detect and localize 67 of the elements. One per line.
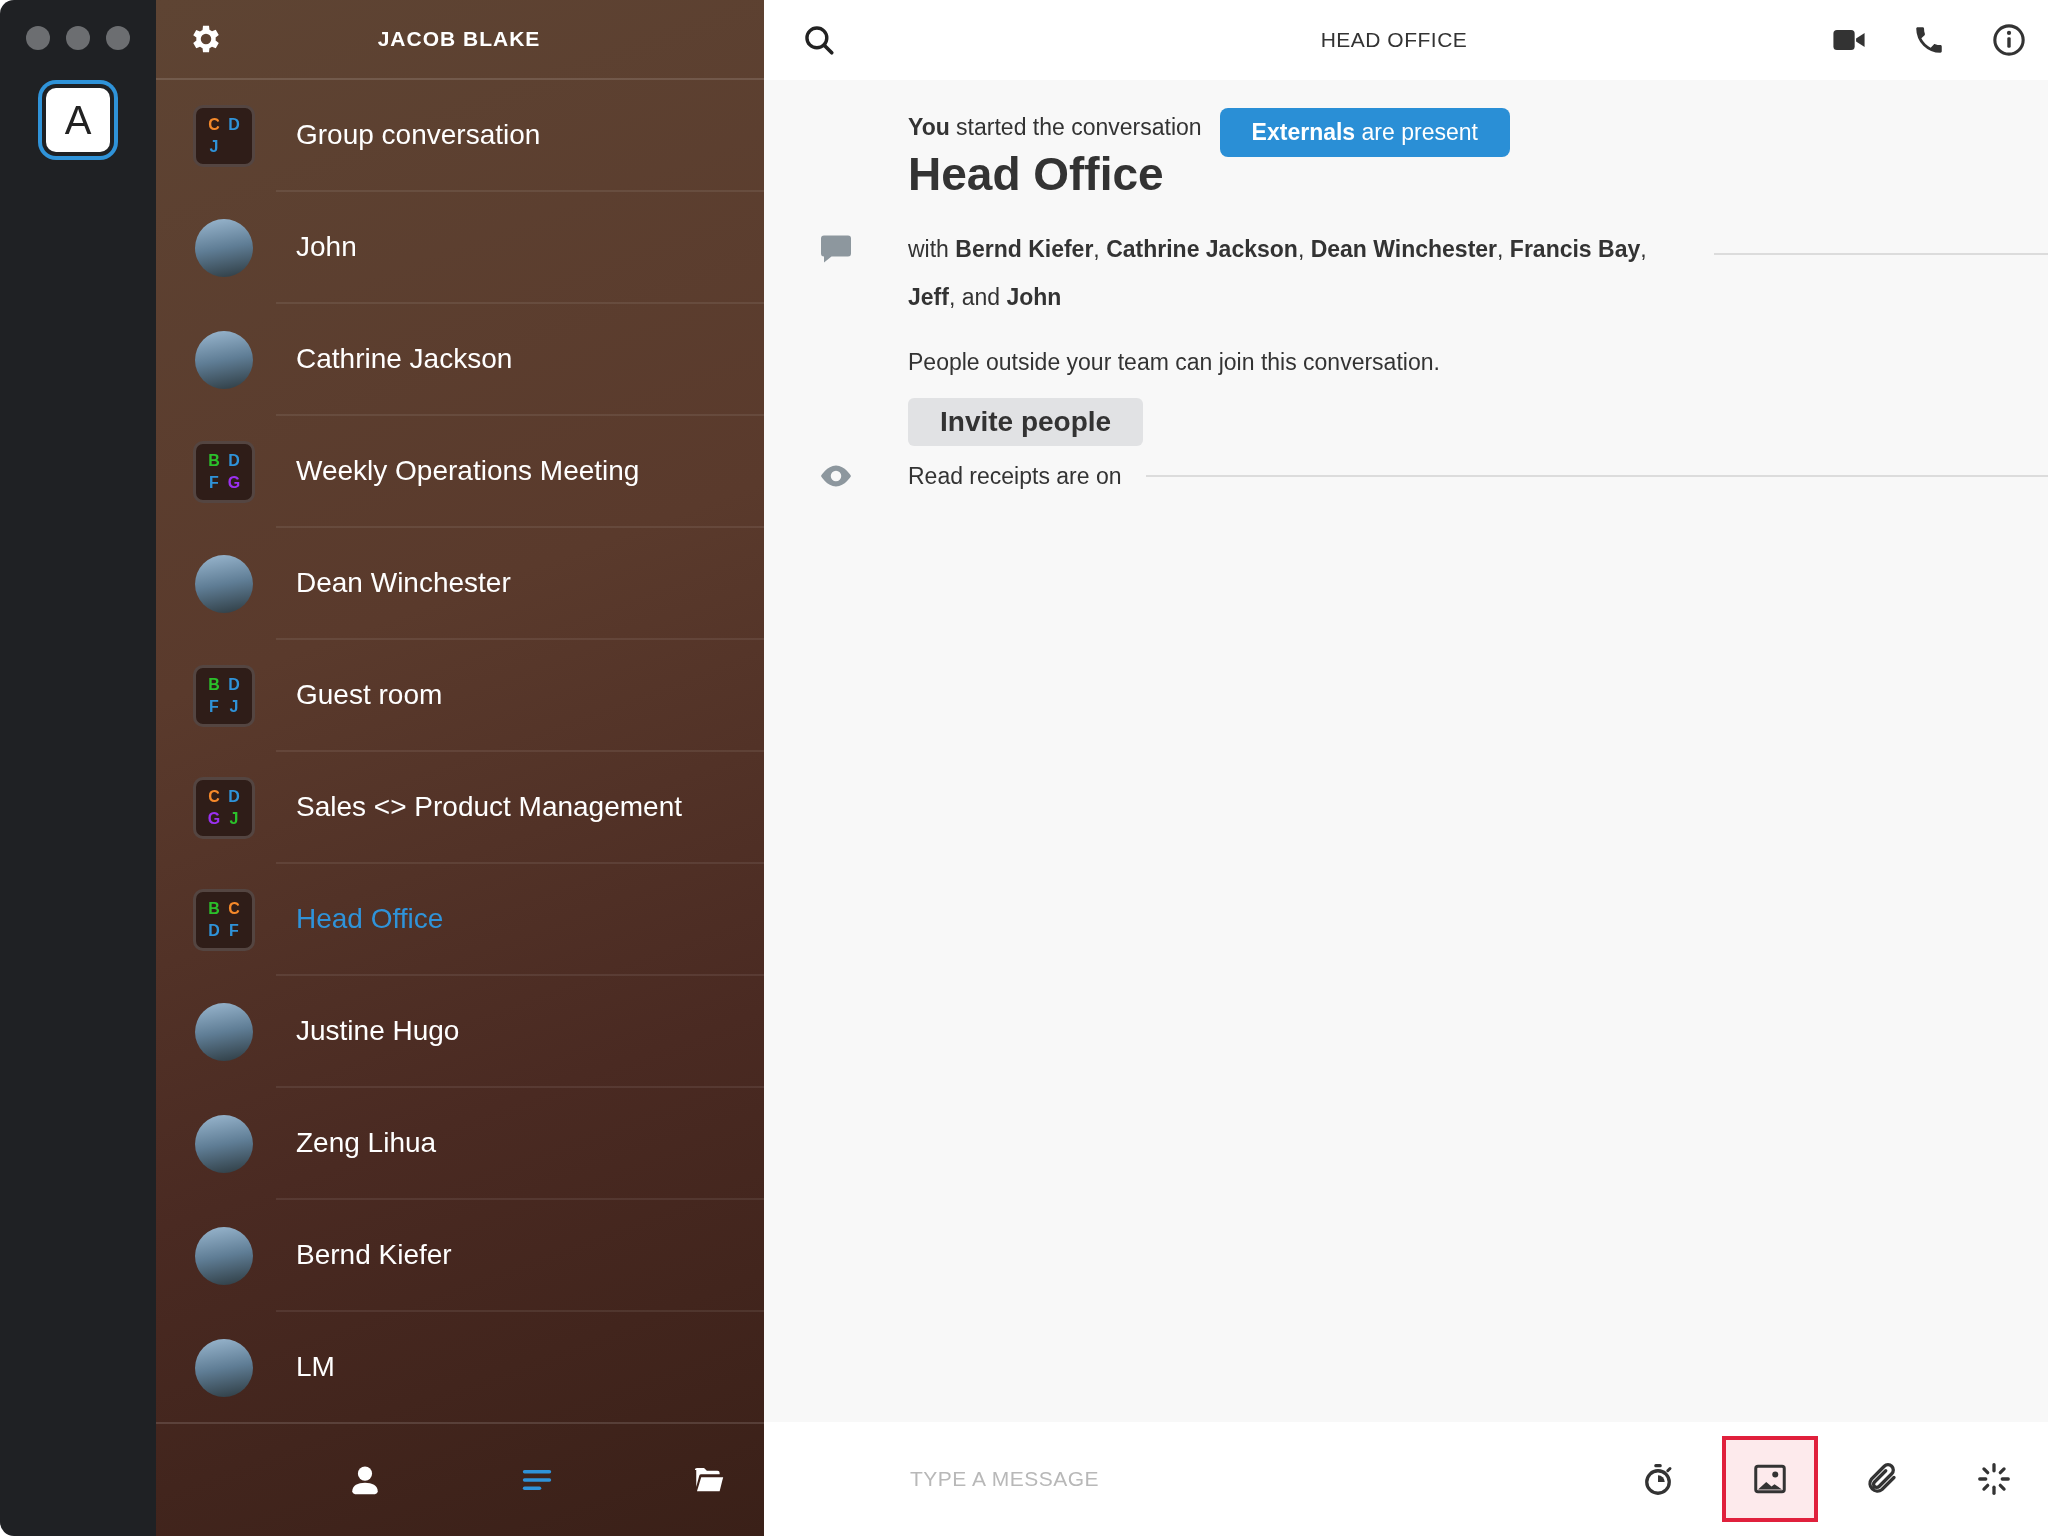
conversation-item[interactable]: C D J Group conversation — [156, 80, 764, 192]
conversation-item[interactable]: Dean Winchester — [156, 528, 764, 640]
avatar-initial: J — [228, 809, 240, 829]
sparkle-icon — [1976, 1461, 2012, 1497]
invite-people-button[interactable]: Invite people — [908, 398, 1144, 446]
conversation-name: Sales <> Product Management — [296, 791, 682, 823]
photo-placeholder — [195, 555, 253, 613]
avatar-initial: D — [207, 921, 221, 941]
avatar-initial: D — [227, 115, 241, 135]
avatar-initial: F — [208, 697, 220, 717]
conversation-item[interactable]: John — [156, 192, 764, 304]
conversation-heading: Head Office — [908, 147, 1165, 201]
conversation-name: Head Office — [296, 903, 444, 935]
photo-placeholder — [195, 1115, 253, 1173]
window-zoom-button[interactable] — [106, 26, 130, 50]
conversation-item[interactable]: Justine Hugo — [156, 976, 764, 1088]
read-receipts-text: Read receipts are on — [908, 462, 1122, 490]
conversation-title: HEAD OFFICE — [1319, 28, 1469, 52]
avatar-initial: C — [207, 115, 221, 135]
conversation-start-text: You started the conversation — [908, 114, 1202, 141]
photo-placeholder — [195, 1227, 253, 1285]
conversation-item[interactable]: LM — [156, 1312, 764, 1422]
conversation-item[interactable]: B C D F Head Office — [156, 864, 764, 976]
avatar-initial: F — [208, 473, 220, 493]
photo-placeholder — [195, 219, 253, 277]
avatar-initial: G — [206, 809, 222, 829]
photo-placeholder — [195, 1003, 253, 1061]
info-icon[interactable] — [1992, 23, 2026, 57]
search-icon[interactable] — [802, 23, 836, 57]
avatar-initial: J — [228, 697, 240, 717]
participants-text: with Bernd Kiefer, Cathrine Jackson, Dean Winchester, Francis Bay, Jeff, and John — [908, 235, 1648, 312]
conversation-item[interactable]: C D G J Sales <> Product Management — [156, 752, 764, 864]
externals-badge: Externals are present — [1219, 108, 1510, 157]
avatar-initial: F — [228, 921, 240, 941]
image-button[interactable] — [1722, 1436, 1818, 1522]
avatar-initial: D — [227, 787, 241, 807]
avatar-initial: B — [207, 899, 221, 919]
user-name: JACOB BLAKE — [376, 27, 542, 51]
conversation-item[interactable]: Cathrine Jackson — [156, 304, 764, 416]
conversation-item[interactable]: Zeng Lihua — [156, 1088, 764, 1200]
guest-note: People outside your team can join this conversation. — [908, 349, 1441, 376]
conversation-name: Dean Winchester — [296, 567, 511, 599]
conversation-name: Weekly Operations Meeting — [296, 455, 640, 487]
conversation-name: Justine Hugo — [296, 1015, 460, 1047]
avatar-initial: D — [227, 675, 241, 695]
conversation-name: LM — [296, 1351, 335, 1383]
avatar-initial: B — [207, 675, 221, 695]
conversation-name: John — [296, 231, 357, 263]
avatar-initial: C — [227, 899, 241, 919]
conversation-item[interactable]: B D F J Guest room — [156, 640, 764, 752]
avatar-initial: B — [207, 451, 221, 471]
avatar-initial: G — [226, 473, 242, 493]
photo-placeholder — [195, 331, 253, 389]
avatar-initial: J — [208, 137, 220, 157]
conversation-name: Zeng Lihua — [296, 1127, 437, 1159]
conversation-name: Group conversation — [296, 119, 541, 151]
avatar-initial: C — [207, 787, 221, 807]
message-input[interactable]: TYPE A MESSAGE — [908, 1466, 1412, 1492]
photo-placeholder — [195, 1339, 253, 1397]
window-minimize-button[interactable] — [66, 26, 90, 50]
avatar-initial: D — [227, 451, 241, 471]
conversation-item[interactable]: B D F G Weekly Operations Meeting — [156, 416, 764, 528]
conversation-name: Guest room — [296, 679, 443, 711]
conversation-item[interactable]: Bernd Kiefer — [156, 1200, 764, 1312]
conversation-name: Cathrine Jackson — [296, 343, 513, 375]
window-close-button[interactable] — [26, 26, 50, 50]
conversation-name: Bernd Kiefer — [296, 1239, 452, 1271]
